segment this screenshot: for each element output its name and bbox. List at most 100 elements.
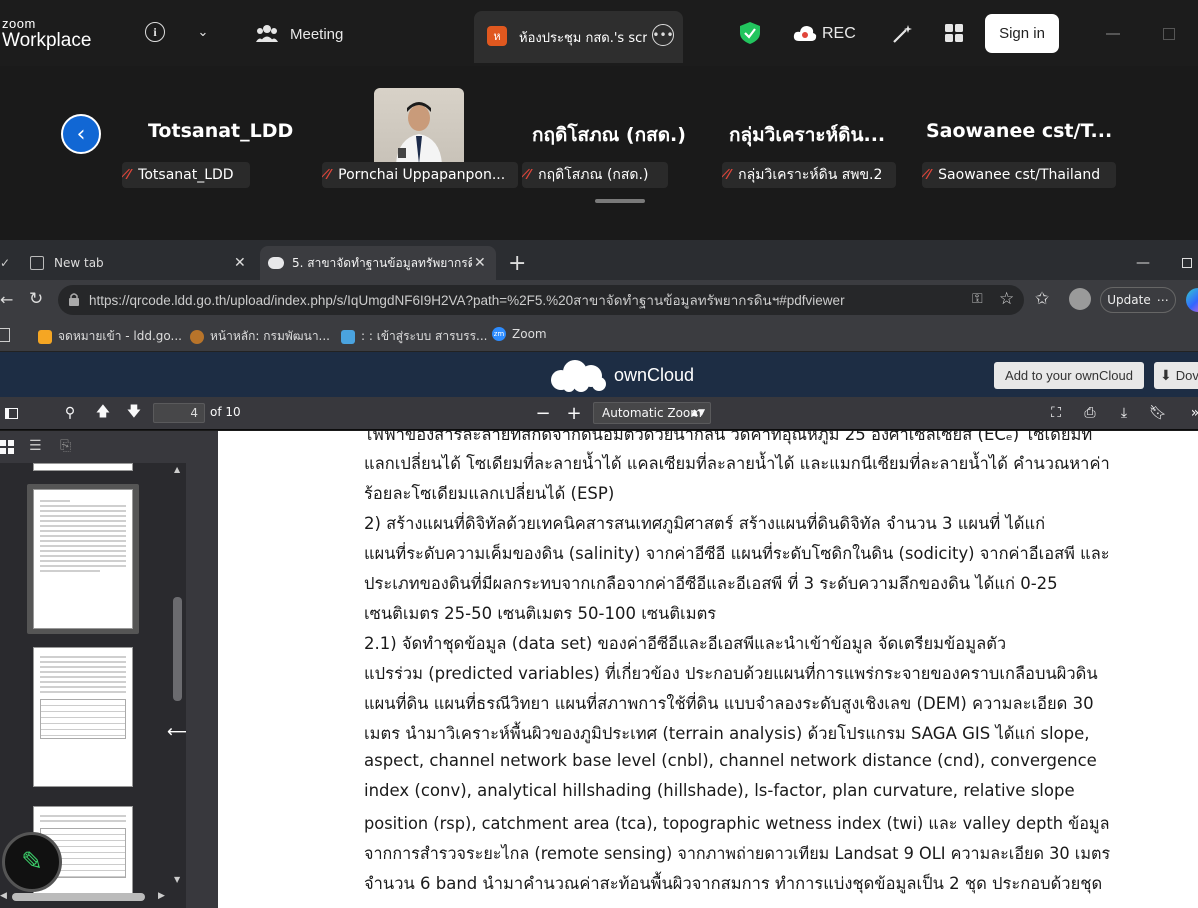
scroll-up-icon[interactable]: ▲ — [174, 465, 180, 474]
pdf-viewer[interactable]: ไฟฟ้าของสารละลายที่สกัดจากดินอิ่มตัวด้วย… — [186, 431, 1198, 908]
participant-tag[interactable]: ⁄̸ Totsanat_LDD — [122, 162, 250, 188]
favorite-label: Zoom — [512, 327, 547, 341]
tools-icon[interactable]: » — [1184, 403, 1198, 423]
bookmark-icon[interactable]: 🔖︎ — [1147, 403, 1169, 423]
text-line: แผนที่ดิน แผนที่ธรณีวิทยา แผนที่สภาพการใ… — [364, 694, 1094, 713]
muted-mic-icon: ⁄̸ — [728, 167, 731, 183]
thumbnails-icon[interactable] — [0, 439, 14, 454]
print-icon[interactable]: ⎙ — [1079, 403, 1101, 423]
fullscreen-icon[interactable]: ⛶ — [1045, 403, 1067, 423]
info-icon[interactable]: i — [145, 22, 165, 42]
participant-name: กฤดิโสภณ (กสด.) — [532, 124, 686, 146]
back-icon[interactable]: ← — [0, 290, 13, 309]
text-line: จำนวน 6 band นำมาคำนวณค่าสะท้อนพื้นผิวจา… — [364, 874, 1103, 893]
download-button[interactable]: ⬇ Dov — [1154, 362, 1198, 389]
participants-icon[interactable] — [255, 23, 279, 43]
update-button[interactable]: Update ⋯ — [1100, 287, 1176, 313]
tab-label: New tab — [54, 256, 104, 270]
url-field[interactable]: https://qrcode.ldd.go.th/upload/index.ph… — [58, 285, 1024, 315]
attachments-icon[interactable]: ⎘ — [60, 438, 71, 454]
horizontal-thumb[interactable] — [12, 893, 145, 901]
new-tab-icon[interactable]: + — [508, 246, 530, 280]
tab-label: 5. สาขาจัดทำฐานข้อมูลทรัพยากรดินฯ - — [292, 255, 472, 270]
previous-page-icon[interactable]: 🡅 — [92, 403, 114, 423]
maximize-icon[interactable] — [1163, 28, 1175, 40]
text-line: 2) สร้างแผนที่ดิจิทัลด้วยเทคนิคสารสนเทศภ… — [364, 514, 1046, 533]
page-thumbnail[interactable] — [33, 489, 133, 629]
add-to-owncloud-button[interactable]: Add to your ownCloud — [994, 362, 1144, 389]
previous-page-icon[interactable]: ‹ — [61, 114, 101, 154]
save-icon[interactable]: ⤓ — [1113, 403, 1135, 423]
browser-tab-bar: ✓ New tab ✕ 5. สาขาจัดทำฐานข้อมูลทรัพยาก… — [0, 240, 1198, 280]
reload-icon[interactable]: ↻ — [29, 289, 43, 309]
toggle-sidebar-icon[interactable] — [0, 403, 22, 423]
mail-icon — [38, 329, 52, 344]
scroll-down-icon[interactable]: ▼ — [174, 875, 180, 884]
favorite-link[interactable]: หน้าหลัก: กรมพัฒนา... — [190, 327, 330, 346]
horizontal-scrollbar[interactable]: ◀ ▶ — [0, 891, 170, 903]
address-bar-row: ← ↻ https://qrcode.ldd.go.th/upload/inde… — [0, 280, 1198, 320]
magic-wand-icon[interactable] — [892, 23, 914, 45]
participant-tag[interactable]: ⁄̸ Saowanee cst/Thailand — [922, 162, 1116, 188]
zoom-logo-top: zoom — [2, 16, 36, 31]
copilot-icon[interactable] — [1186, 288, 1198, 312]
close-icon[interactable]: ✕ — [474, 255, 486, 271]
participant-tag[interactable]: ⁄̸ กลุ่มวิเคราะห์ดิน สพข.2 — [722, 162, 896, 188]
scroll-right-icon[interactable]: ▶ — [158, 891, 165, 901]
apps-grid-icon[interactable] — [944, 23, 964, 43]
muted-mic-icon: ⁄̸ — [328, 167, 331, 183]
record-button[interactable]: REC — [822, 25, 856, 43]
sign-in-button[interactable]: Sign in — [985, 14, 1059, 53]
key-icon[interactable]: ⚿ — [972, 291, 983, 307]
page-number-input[interactable]: 4 — [153, 403, 205, 423]
minimize-icon[interactable] — [1106, 33, 1120, 35]
favorite-link[interactable]: : : เข้าสู่ระบบ สารบรร... — [341, 327, 487, 346]
participant-video — [374, 88, 464, 164]
minimize-icon[interactable]: — — [1136, 246, 1150, 280]
restore-icon[interactable] — [1182, 246, 1196, 280]
owncloud-favicon — [268, 257, 284, 269]
favorites-folder-icon[interactable] — [0, 328, 10, 342]
participant-name: Totsanat_LDD — [148, 120, 294, 142]
favorite-link[interactable]: จดหมายเข้า - ldd.go... — [38, 327, 182, 346]
cloud-record-icon — [793, 24, 817, 42]
next-page-icon[interactable]: 🡇 — [123, 403, 145, 423]
zoom-select[interactable]: Automatic Zoom ▲▼ — [593, 402, 711, 424]
favorites-icon[interactable]: ✩ — [1035, 289, 1049, 309]
sidebar-tabs: ☰ ⎘ — [0, 431, 186, 463]
favorite-star-icon[interactable]: ☆ — [999, 289, 1014, 309]
pdf-page: ไฟฟ้าของสารละลายที่สกัดจากดินอิ่มตัวด้วย… — [218, 431, 1198, 908]
page-count: of 10 — [210, 405, 241, 419]
chevron-down-icon[interactable]: ⌄ — [195, 24, 211, 40]
search-icon[interactable]: ⚲ — [59, 403, 81, 423]
scroll-left-icon[interactable]: ◀ — [0, 891, 7, 901]
zoom-out-icon[interactable]: − — [532, 403, 554, 424]
page-thumbnail[interactable] — [33, 647, 133, 787]
share-screen-tab[interactable]: ห ห้องประชุม กสด.'s scr ••• — [474, 11, 683, 63]
zoom-in-icon[interactable]: + — [563, 403, 585, 424]
page-thumbnail[interactable] — [33, 463, 133, 471]
text-line: aspect, channel network base level (cnbl… — [364, 751, 1097, 770]
close-icon[interactable]: ✕ — [234, 255, 246, 271]
owncloud-header: ownCloud Add to your ownCloud ⬇ Dov — [0, 352, 1198, 397]
more-icon: ⋯ — [1156, 293, 1169, 307]
muted-mic-icon: ⁄̸ — [928, 167, 931, 183]
ldd-logo-icon — [190, 329, 204, 344]
strip-resize-handle[interactable] — [595, 199, 645, 203]
tab-new-tab[interactable]: New tab ✕ — [22, 246, 258, 280]
share-avatar-icon: ห — [487, 26, 507, 46]
favorite-link[interactable]: zm Zoom — [492, 327, 547, 341]
participant-tag[interactable]: ⁄̸ Pornchai Uppapanpon... — [322, 162, 518, 188]
annotate-pen-icon[interactable]: ✎ — [2, 832, 62, 892]
tab-owncloud[interactable]: 5. สาขาจัดทำฐานข้อมูลทรัพยากรดินฯ - ✕ — [260, 246, 496, 280]
url-text: https://qrcode.ldd.go.th/upload/index.ph… — [89, 293, 845, 308]
outline-icon[interactable]: ☰ — [29, 438, 42, 454]
profile-avatar[interactable] — [1069, 288, 1091, 310]
scrollbar-thumb[interactable] — [173, 597, 182, 701]
tab-actions-icon[interactable]: ✓ — [0, 246, 14, 280]
participant-tag[interactable]: ⁄̸ กฤดิโสภณ (กสด.) — [522, 162, 668, 188]
site-info-icon[interactable] — [68, 292, 80, 306]
shield-check-icon[interactable] — [739, 22, 761, 44]
more-options-icon[interactable]: ••• — [652, 24, 674, 46]
meeting-button[interactable]: Meeting — [290, 26, 343, 43]
